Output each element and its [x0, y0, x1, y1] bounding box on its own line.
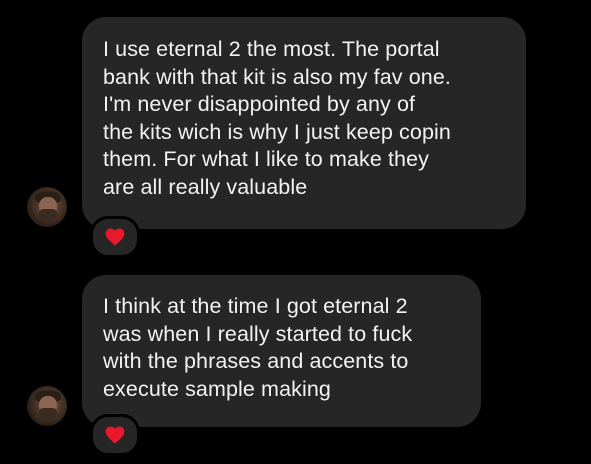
avatar[interactable]	[27, 386, 67, 426]
avatar[interactable]	[27, 187, 67, 227]
avatar-beard	[39, 408, 57, 420]
message-bubble[interactable]: I think at the time I got eternal 2 was …	[82, 275, 481, 427]
reaction-badge[interactable]	[90, 414, 140, 456]
message-bubble[interactable]: I use eternal 2 the most. The portal ban…	[82, 17, 526, 229]
heart-icon	[105, 426, 125, 444]
reaction-badge[interactable]	[90, 216, 140, 258]
avatar-beard	[39, 209, 57, 221]
chat-thread: I use eternal 2 the most. The portal ban…	[0, 0, 591, 464]
heart-icon	[105, 228, 125, 246]
